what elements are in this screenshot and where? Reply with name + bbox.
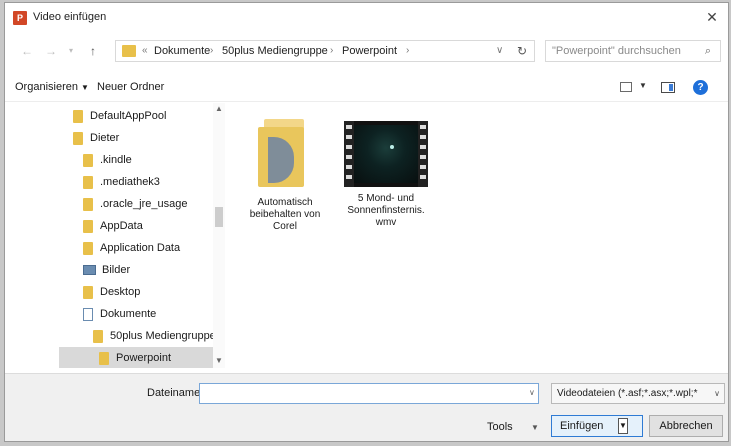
- tree-item-application-data[interactable]: Application Data: [83, 237, 180, 259]
- tree-item-powerpoint[interactable]: Powerpoint: [59, 347, 225, 368]
- close-button[interactable]: ✕: [702, 7, 722, 27]
- breadcrumb-powerpoint[interactable]: Powerpoint: [342, 45, 397, 57]
- folder-icon: [83, 175, 93, 189]
- folder-icon: [122, 45, 136, 57]
- tools-button[interactable]: Tools: [487, 421, 513, 433]
- video-insert-dialog: P Video einfügen ✕ ← → ▾ ↑ « Dokumente ›…: [4, 2, 729, 442]
- file-name: 5 Mond- und: [357, 193, 415, 204]
- organize-button[interactable]: Organisieren ▼: [15, 81, 89, 93]
- folder-icon: [93, 329, 103, 343]
- close-icon: ✕: [706, 9, 718, 25]
- tools-dropdown-icon[interactable]: ▼: [531, 423, 539, 432]
- video-thumbnail: [344, 121, 428, 187]
- arrow-right-icon: →: [45, 44, 57, 58]
- view-dropdown-icon[interactable]: ▼: [639, 81, 647, 90]
- search-icon[interactable]: ⌕: [700, 43, 716, 59]
- arrow-left-icon: ←: [21, 44, 33, 58]
- folder-icon: [83, 285, 93, 299]
- address-bar[interactable]: « Dokumente › 50plus Mediengruppe › Powe…: [115, 40, 535, 62]
- back-button[interactable]: ←: [19, 43, 35, 59]
- cancel-button[interactable]: Abbrechen: [649, 415, 723, 437]
- filename-label: Dateiname:: [147, 387, 204, 399]
- breadcrumb-dokumente[interactable]: Dokumente: [154, 45, 210, 57]
- file-name: Sonnenfinsternis.: [347, 205, 425, 216]
- tree-item-bilder[interactable]: Bilder: [83, 259, 130, 281]
- file-list: Automatisch beibehalten von Corel 5 Mond…: [231, 103, 721, 368]
- file-name: Automatisch: [257, 197, 313, 208]
- documents-icon: [83, 307, 93, 321]
- navigation-scrollbar[interactable]: ▲ ▼: [213, 103, 225, 368]
- caret-down-icon: ▼: [80, 83, 89, 92]
- recent-locations-button[interactable]: ▾: [63, 43, 79, 59]
- address-dropdown-icon[interactable]: ∨: [496, 45, 503, 56]
- filetype-select[interactable]: Videodateien (*.asf;*.asx;*.wpl;* ∨: [551, 383, 725, 404]
- folder-icon: [99, 351, 109, 365]
- filename-dropdown-icon[interactable]: ∨: [529, 388, 535, 397]
- command-bar: Organisieren ▼ Neuer Ordner ▼ ?: [5, 75, 728, 102]
- refresh-button[interactable]: ↻: [514, 43, 530, 59]
- tree-item-50plus-mediengruppe[interactable]: 50plus Mediengruppe: [93, 325, 216, 347]
- folder-icon: [83, 197, 93, 211]
- chevron-right-icon[interactable]: ›: [210, 45, 213, 56]
- tree-item-mediathek3[interactable]: .mediathek3: [83, 171, 160, 193]
- tree-item-desktop[interactable]: Desktop: [83, 281, 140, 303]
- filetype-value: Videodateien (*.asf;*.asx;*.wpl;*: [557, 388, 698, 399]
- tree-item-dokumente[interactable]: Dokumente: [83, 303, 156, 325]
- folder-icon: [73, 131, 83, 145]
- scroll-up-icon[interactable]: ▲: [213, 103, 225, 115]
- tree-item-dieter[interactable]: Dieter: [73, 127, 119, 149]
- file-name: Corel: [273, 221, 297, 232]
- new-folder-button[interactable]: Neuer Ordner: [97, 81, 164, 93]
- help-icon[interactable]: ?: [693, 80, 708, 95]
- view-options-icon[interactable]: [620, 82, 632, 92]
- window-title: Video einfügen: [33, 11, 107, 23]
- refresh-icon: ↻: [516, 44, 528, 58]
- folder-icon: [83, 241, 93, 255]
- breadcrumb-50plus-mediengruppe[interactable]: 50plus Mediengruppe: [222, 45, 328, 57]
- pictures-icon: [83, 265, 96, 276]
- tree-item-defaultapppool[interactable]: DefaultAppPool: [73, 105, 166, 127]
- folder-icon: [83, 153, 93, 167]
- arrow-up-icon: ↑: [90, 44, 96, 58]
- folder-icon: [73, 109, 83, 123]
- chevron-right-icon[interactable]: ›: [330, 45, 333, 56]
- bottom-panel: Dateiname: ∨ Videodateien (*.asf;*.asx;*…: [5, 373, 728, 441]
- file-item-video[interactable]: 5 Mond- und Sonnenfinsternis. wmv: [339, 107, 433, 229]
- overflow-chevron[interactable]: «: [142, 45, 148, 56]
- navigation-pane: DefaultAppPool Dieter .kindle .mediathek…: [59, 103, 225, 368]
- file-item-folder[interactable]: Automatisch beibehalten von Corel: [245, 107, 325, 233]
- tree-item-appdata[interactable]: AppData: [83, 215, 143, 237]
- file-name: beibehalten von: [249, 209, 321, 220]
- filename-input[interactable]: [199, 383, 539, 404]
- tree-item-oracle-jre-usage[interactable]: .oracle_jre_usage: [83, 193, 187, 215]
- search-box[interactable]: "Powerpoint" durchsuchen ⌕: [545, 40, 721, 62]
- powerpoint-icon: P: [13, 11, 27, 25]
- up-button[interactable]: ↑: [85, 43, 101, 59]
- scroll-thumb[interactable]: [215, 207, 223, 227]
- insert-dropdown-icon[interactable]: ▼: [618, 418, 628, 434]
- forward-button[interactable]: →: [43, 43, 59, 59]
- chevron-right-icon[interactable]: ›: [406, 45, 409, 56]
- file-name: wmv: [375, 217, 397, 228]
- chevron-down-icon: ∨: [714, 389, 720, 398]
- title-bar: P Video einfügen ✕: [5, 3, 728, 33]
- preview-pane-icon[interactable]: [661, 82, 675, 93]
- scroll-down-icon[interactable]: ▼: [213, 355, 225, 367]
- folder-icon: [258, 119, 312, 189]
- folder-icon: [83, 219, 93, 233]
- insert-label: Einfügen: [560, 420, 604, 432]
- navigation-bar: ← → ▾ ↑ « Dokumente › 50plus Mediengrupp…: [5, 39, 728, 65]
- chevron-down-icon: ▾: [68, 46, 73, 55]
- search-placeholder: "Powerpoint" durchsuchen: [552, 45, 681, 57]
- insert-button[interactable]: Einfügen ▼: [551, 415, 643, 437]
- tree-item-kindle[interactable]: .kindle: [83, 149, 132, 171]
